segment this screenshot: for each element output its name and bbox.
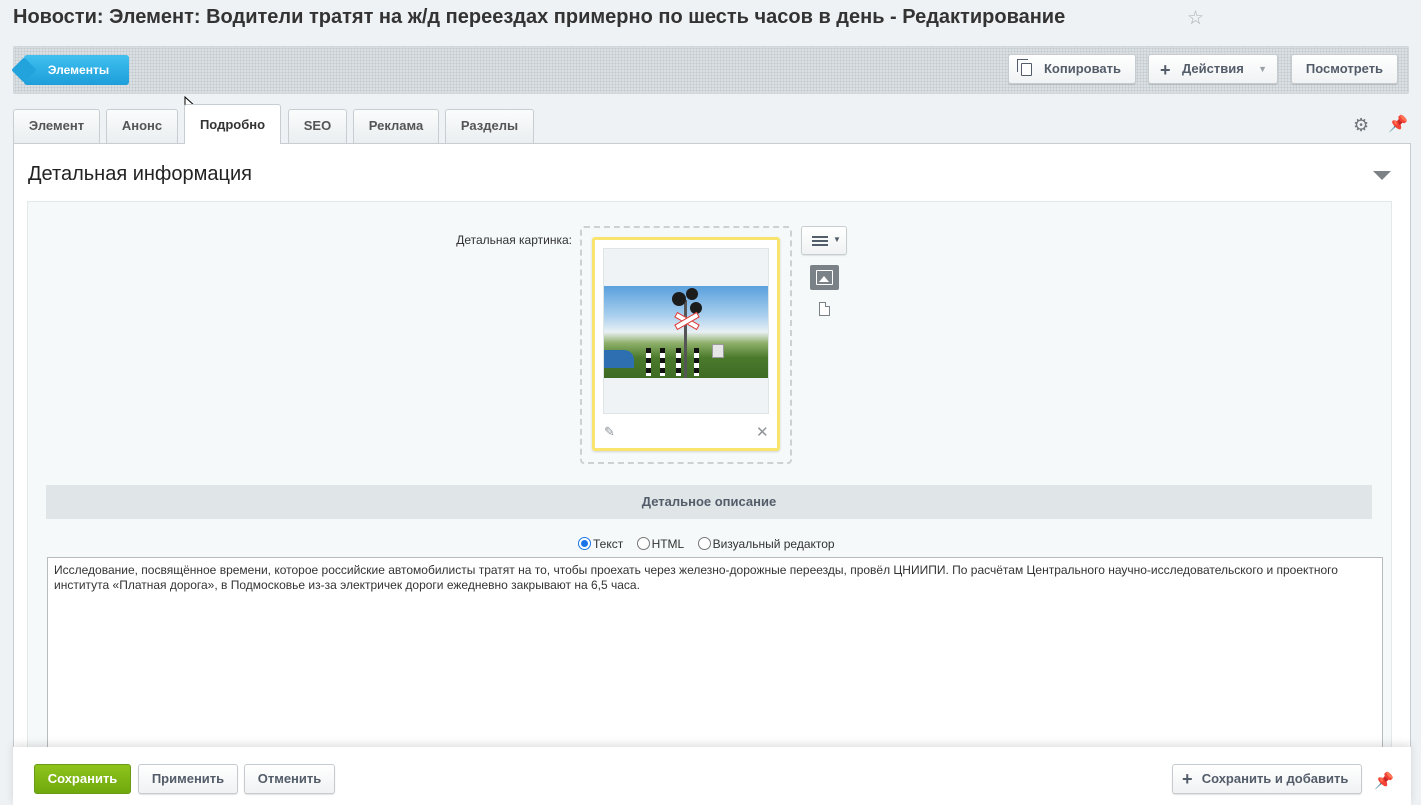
- tab-seo[interactable]: SEO: [288, 109, 347, 143]
- elements-back-button[interactable]: Элементы: [24, 55, 129, 85]
- mode-html-label: HTML: [651, 536, 685, 551]
- mode-html-option[interactable]: HTML: [636, 536, 685, 551]
- copy-button[interactable]: Копировать: [1008, 54, 1136, 84]
- plus-icon: +: [1160, 60, 1171, 80]
- mode-visual-option[interactable]: Визуальный редактор: [697, 536, 835, 551]
- view-button[interactable]: Посмотреть: [1291, 54, 1398, 84]
- tab-sections[interactable]: Разделы: [445, 109, 534, 143]
- tab-element[interactable]: Элемент: [13, 109, 100, 143]
- gear-icon[interactable]: ⚙: [1353, 115, 1369, 136]
- description-textarea[interactable]: Исследование, посвящённое времени, котор…: [47, 557, 1383, 757]
- actions-button[interactable]: + Действия ▼: [1148, 54, 1278, 84]
- save-and-add-label: Сохранить и добавить: [1201, 771, 1349, 786]
- star-icon[interactable]: ☆: [1187, 9, 1204, 29]
- remove-image-icon[interactable]: ✕: [756, 423, 769, 441]
- tab-announce[interactable]: Анонс: [106, 109, 178, 143]
- save-and-add-button[interactable]: + Сохранить и добавить: [1172, 764, 1362, 794]
- copy-label: Копировать: [1044, 61, 1122, 76]
- description-header: Детальное описание: [46, 485, 1372, 519]
- plus-icon: +: [1182, 769, 1193, 789]
- radio-text[interactable]: [578, 536, 591, 550]
- apply-button[interactable]: Применить: [138, 764, 238, 794]
- image-menu-button[interactable]: ▼: [801, 226, 847, 255]
- detail-image-preview[interactable]: [604, 286, 768, 378]
- mode-text-label: Текст: [593, 536, 624, 551]
- elements-back-label: Элементы: [47, 63, 110, 77]
- page-title: Новости: Элемент: Водители тратят на ж/д…: [13, 6, 1066, 28]
- collapse-icon[interactable]: [1373, 171, 1391, 180]
- radio-visual[interactable]: [697, 536, 711, 550]
- file-view-icon[interactable]: [819, 302, 830, 316]
- save-button[interactable]: Сохранить: [34, 764, 131, 794]
- section-title: Детальная информация: [28, 163, 252, 185]
- menu-icon: [812, 236, 828, 246]
- edit-image-icon[interactable]: ✎: [604, 424, 615, 440]
- image-view-icon[interactable]: [810, 265, 839, 290]
- cancel-button[interactable]: Отменить: [244, 764, 335, 794]
- detail-image-label: Детальная картинка:: [456, 233, 572, 247]
- mode-text-option[interactable]: Текст: [578, 536, 624, 551]
- copy-icon: [1017, 59, 1032, 76]
- tab-details[interactable]: Подробно: [184, 104, 281, 144]
- tab-advertising[interactable]: Реклама: [353, 109, 439, 143]
- editor-mode-switch: Текст HTML Визуальный редактор: [578, 536, 835, 551]
- mode-visual-label: Визуальный редактор: [712, 536, 835, 551]
- radio-html[interactable]: [636, 536, 650, 550]
- actions-label: Действия: [1182, 61, 1244, 76]
- chevron-down-icon: ▼: [833, 235, 841, 244]
- pin-icon[interactable]: 📌: [1374, 771, 1394, 791]
- chevron-down-icon: ▼: [1258, 64, 1267, 74]
- pin-icon[interactable]: 📌: [1388, 114, 1408, 134]
